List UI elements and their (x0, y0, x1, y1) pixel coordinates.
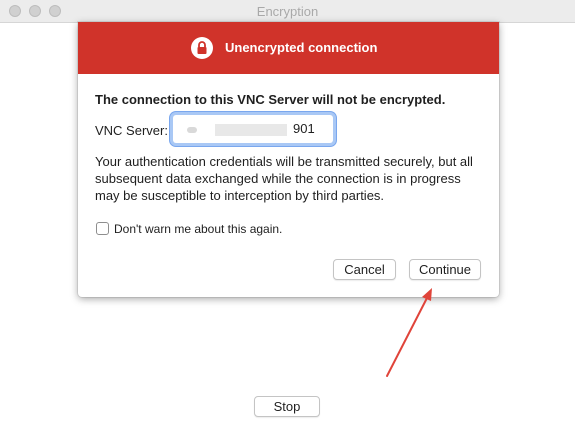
redacted-text (215, 124, 287, 136)
window-title: Encryption (256, 4, 319, 19)
stop-button[interactable]: Stop (254, 396, 320, 417)
unencrypted-connection-dialog: Unencrypted connection The connection to… (78, 22, 499, 297)
continue-button[interactable]: Continue (409, 259, 481, 280)
server-address-suffix: 901 (293, 121, 315, 136)
window-titlebar: Encryption (0, 0, 575, 23)
dialog-headline: The connection to this VNC Server will n… (95, 92, 446, 107)
warning-banner: Unencrypted connection (78, 22, 499, 74)
dont-warn-label[interactable]: Don't warn me about this again. (114, 222, 282, 236)
server-address-field[interactable]: 901 (173, 115, 333, 143)
lock-icon (191, 37, 213, 59)
dont-warn-checkbox[interactable] (96, 222, 109, 235)
cancel-button[interactable]: Cancel (333, 259, 396, 280)
dialog-description: Your authentication credentials will be … (95, 154, 473, 203)
banner-title: Unencrypted connection (225, 40, 378, 55)
server-label: VNC Server: (95, 123, 168, 138)
redacted-text (187, 127, 197, 133)
